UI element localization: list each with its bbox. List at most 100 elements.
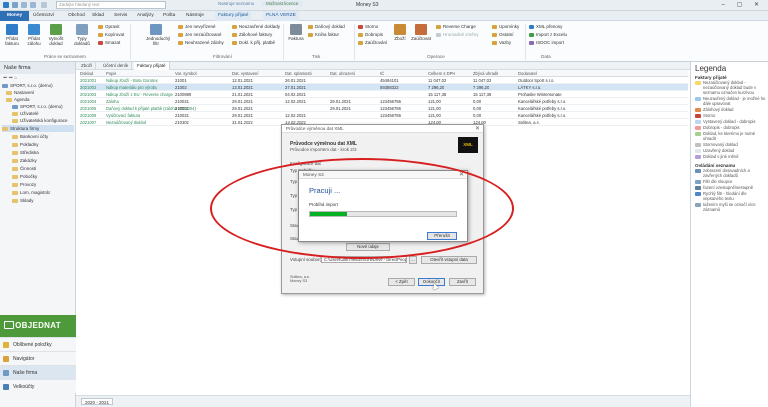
nav-accounts[interactable]: Velkoúčty (0, 379, 76, 393)
tree-item-label: Pobočky (20, 174, 38, 179)
tab-posta[interactable]: Pošta (160, 11, 178, 21)
xml-icon (529, 24, 534, 29)
xml-transfer-button[interactable]: XML přenosy (529, 24, 562, 30)
nav-favorites[interactable]: Oblíbené položky (0, 337, 76, 351)
wizard-close-button[interactable]: Zavřít (449, 278, 476, 286)
tree-item[interactable]: Uživatelská konfigurace (12, 117, 68, 124)
document-types-button[interactable]: Typy dokladů (72, 24, 92, 46)
tree-item[interactable]: SPORT, s.r.o. (demo) (12, 103, 63, 110)
excel-import-button[interactable]: Import z Excelu (529, 32, 567, 38)
copy-button[interactable]: Kopírovat (98, 32, 124, 38)
column-header[interactable]: IČ (380, 70, 384, 77)
links-button[interactable]: Vazby (492, 40, 511, 46)
tab-servis[interactable]: Servis (111, 11, 130, 21)
delete-button[interactable]: Smazat (98, 40, 120, 46)
column-header[interactable]: Dat. vystavení (232, 70, 259, 77)
tree-item[interactable]: Agenda (6, 96, 30, 103)
column-header[interactable]: Celkem s DPH (428, 70, 455, 77)
redo-icon[interactable] (30, 2, 36, 8)
tree-item[interactable]: Lom, magistrát (12, 189, 50, 196)
column-header[interactable]: Dat. splatnosti (285, 70, 312, 77)
tab-sklad[interactable]: Sklad (89, 11, 107, 21)
post-button[interactable]: Zaúčtovat (411, 24, 431, 41)
period-tab[interactable]: 2020 - 2021 (81, 398, 114, 405)
nav-our-company[interactable]: Naše firma (0, 365, 76, 379)
tree-item[interactable]: Nastavení (6, 89, 34, 96)
open-input-data-button[interactable]: Otevřít vstupní data (421, 256, 477, 264)
create-document-button[interactable]: Vytvořit doklad (46, 24, 66, 46)
sidebar-tools[interactable]: ⬅ ➡ ⌂ (3, 75, 17, 81)
column-header[interactable]: Dodavatel (518, 70, 537, 77)
tab-ucetnictvi[interactable]: Účetnictví (30, 11, 57, 21)
isdoc-import-button[interactable]: ISDOC import (529, 40, 564, 46)
column-header[interactable]: Zbývá uhradit (473, 70, 498, 77)
table-row[interactable]: 2021002 Nákup materiálu pro výrobu 21002 13… (80, 84, 688, 91)
tree-item[interactable]: Provozy (12, 181, 36, 188)
filter-unresolved-button[interactable]: Jen nevyřízené (178, 24, 216, 30)
save-icon[interactable] (12, 2, 18, 8)
close-icon[interactable]: ✕ (475, 125, 480, 133)
tree-item[interactable]: Pokladny (12, 141, 39, 148)
table-row[interactable]: 2021005 Daňový doklad k přijaté platbě (z… (80, 105, 688, 112)
doc-tab-journal[interactable]: Účetní deník (100, 62, 133, 70)
tab-plna-verze[interactable]: PLNÁ VERZE (263, 11, 299, 21)
filter-unposted-button[interactable]: Jen nezaúčtované (178, 32, 222, 38)
reminders-button[interactable]: Upomínky (492, 24, 519, 30)
goods-button[interactable]: Zboží (390, 24, 410, 41)
copy-label: Kopírovat (105, 32, 125, 37)
tab-faktury-prijate[interactable]: Faktury přijaté (215, 11, 252, 21)
table-cell: 29.01.2021 (330, 106, 351, 111)
tree-item[interactable]: Zakázky (12, 157, 37, 164)
nav-navigator[interactable]: Navigátor (0, 351, 76, 365)
column-header[interactable]: Doklad (80, 70, 93, 77)
help-icon[interactable] (41, 2, 47, 8)
add-deposit-button[interactable]: Přidat zálohu (24, 24, 44, 46)
simple-filter-button[interactable]: Jednoduchý filtr (146, 24, 170, 46)
filter-payment-docs-button[interactable]: Dokl. k příj. platbě (232, 40, 275, 46)
credit-note-button[interactable]: Dobropis (358, 32, 383, 38)
app-icon[interactable] (3, 2, 9, 8)
doc-tab-goods[interactable]: Zboží (78, 62, 97, 70)
group-label-list: Práce se seznamem (44, 54, 86, 59)
column-header[interactable]: Popis (106, 70, 116, 77)
print-invoice-button[interactable]: Faktura (286, 24, 306, 41)
tree-item[interactable]: Sklady (12, 197, 34, 204)
tab-money[interactable]: Money (0, 11, 30, 21)
column-header[interactable]: Var. symbol (175, 70, 197, 77)
column-header[interactable]: Dat. uhrazení (330, 70, 355, 77)
doc-tab-received-invoices[interactable]: Faktury přijaté (134, 62, 170, 70)
tree-item[interactable]: SPORT, s.r.o. (demo) (2, 82, 53, 89)
tree-item[interactable]: Pobočky (12, 173, 37, 180)
storno-button[interactable]: Storno (358, 24, 378, 30)
search-input[interactable]: Zadejte hledaný text (56, 1, 166, 9)
tab-analyzy[interactable]: Analýzy (134, 11, 157, 21)
tree-item[interactable]: Činnosti (12, 165, 36, 172)
order-button[interactable]: OBJEDNAT (0, 315, 76, 337)
filter-open-docs-button[interactable]: Neuzavřené doklady (232, 24, 280, 30)
filter-deposit-invoices-button[interactable]: Zálohové faktury (232, 32, 272, 38)
xml-logo: XML (458, 137, 478, 153)
posting-button[interactable]: Zaúčtování (358, 40, 387, 46)
undo-icon[interactable] (21, 2, 27, 8)
browse-button[interactable]: ... (409, 256, 417, 264)
tree-item[interactable]: Bankovní účty (12, 133, 48, 140)
window-controls[interactable]: – ▢ ✕ (722, 1, 764, 8)
table-row[interactable]: 2021001 Nákup zboží - Bota Gorotex 21001 12… (80, 77, 688, 84)
reverse-charge-button[interactable]: Reverse Charge (436, 24, 476, 30)
edit-button[interactable]: Opravit (98, 24, 120, 30)
invoice-book-button[interactable]: Kniha faktur (308, 32, 339, 38)
table-row[interactable]: 2021004 Záloha 210021 29.01.2021 12.02.2021 2… (80, 98, 688, 105)
back-button[interactable]: < Zpět (388, 278, 415, 286)
tree-item[interactable]: Struktura firmy (2, 125, 74, 132)
tree-item[interactable]: Střediska (12, 149, 39, 156)
tax-document-button[interactable]: Daňový doklad (308, 24, 345, 30)
table-row[interactable]: 2021003 Nákup zboží z EU - Reverse charge… (80, 91, 688, 98)
bulk-changes-button[interactable]: Hromadné změny (436, 32, 479, 38)
tab-nastroje[interactable]: Nástroje (183, 11, 207, 21)
tab-obchod[interactable]: Obchod (65, 11, 88, 21)
table-row[interactable]: 2021006 Vyúčtovací faktura 210021 29.01.202… (80, 112, 688, 119)
add-invoice-button[interactable]: Přidat fakturu (2, 24, 22, 46)
other-button[interactable]: Ostatní (492, 32, 514, 38)
filter-unpaid-deposits-button[interactable]: Neuhrazené zálohy (178, 40, 224, 46)
tree-item[interactable]: Uživatelé (12, 110, 39, 117)
